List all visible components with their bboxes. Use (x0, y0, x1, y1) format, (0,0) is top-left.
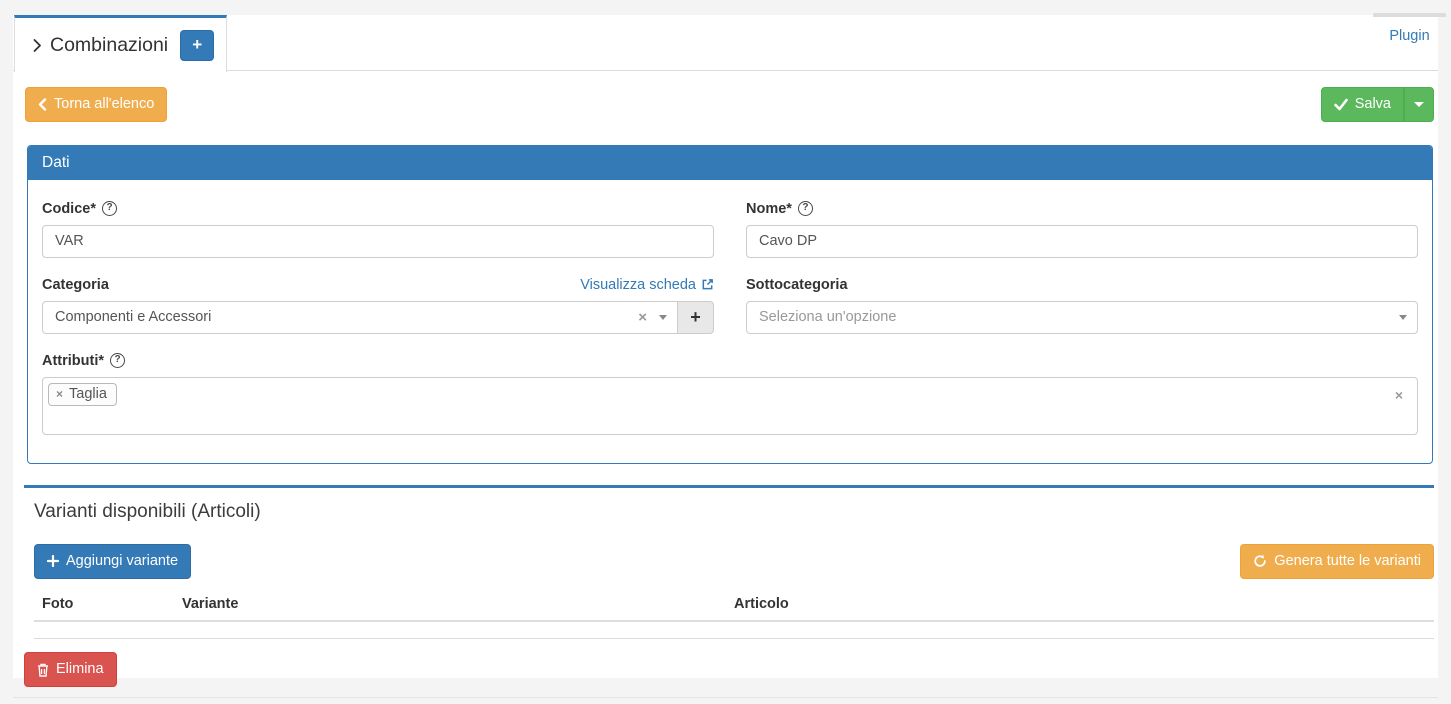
chevron-right-icon (32, 38, 42, 53)
back-to-list-label: Torna all'elenco (54, 95, 154, 114)
attributi-tag-label: Taglia (69, 386, 107, 402)
nome-field-group: Nome* ? (746, 200, 1418, 258)
attributi-multiselect[interactable]: × Taglia × (42, 377, 1418, 435)
generate-all-variants-button[interactable]: Genera tutte le varianti (1240, 544, 1434, 579)
save-dropdown-toggle[interactable] (1404, 87, 1434, 122)
delete-row: Elimina (24, 652, 1438, 687)
attributi-label: Attributi* ? (42, 353, 125, 369)
varianti-title: Varianti disponibili (Articoli) (34, 501, 1434, 523)
sottocategoria-select[interactable]: Seleziona un'opzione (746, 301, 1418, 334)
attributi-field-group: Attributi* ? × Taglia × (42, 352, 1418, 435)
save-label: Salva (1355, 95, 1391, 114)
categoria-field-group: Categoria Visualizza scheda C (42, 276, 714, 334)
refresh-icon (1253, 554, 1267, 568)
codice-input[interactable] (42, 225, 714, 258)
help-icon[interactable]: ? (110, 353, 125, 368)
check-icon (1334, 98, 1348, 111)
dati-panel: Dati Codice* ? (27, 145, 1433, 464)
external-link-icon (701, 278, 714, 291)
tab-plugin[interactable]: Plugin (1373, 13, 1446, 44)
add-combination-button[interactable]: + (180, 30, 214, 61)
tab-combinazioni[interactable]: Combinazioni + (14, 15, 227, 72)
footer-divider (13, 697, 1438, 698)
toolbar: Torna all'elenco Salva (13, 71, 1438, 122)
delete-button[interactable]: Elimina (24, 652, 117, 687)
clear-all-icon[interactable]: × (1395, 387, 1403, 403)
help-icon[interactable]: ? (102, 201, 117, 216)
column-header-foto: Foto (34, 588, 174, 621)
categoria-selected-value: Componenti e Accessori (55, 309, 638, 325)
empty-table-row (34, 621, 1434, 639)
trash-icon (37, 663, 49, 677)
visualizza-scheda-link[interactable]: Visualizza scheda (580, 277, 714, 293)
codice-field-group: Codice* ? (42, 200, 714, 258)
generate-all-variants-label: Genera tutte le varianti (1274, 552, 1421, 571)
categoria-label: Categoria (42, 277, 109, 293)
delete-label: Elimina (56, 660, 104, 679)
caret-down-icon (1399, 315, 1407, 320)
caret-down-icon (1414, 102, 1424, 107)
column-header-articolo: Articolo (726, 588, 1434, 621)
add-variant-label: Aggiungi variante (66, 552, 178, 571)
chevron-left-icon (38, 98, 47, 111)
nome-label: Nome* ? (746, 201, 813, 217)
column-header-variante: Variante (174, 588, 726, 621)
save-button-group: Salva (1321, 87, 1434, 122)
nome-input[interactable] (746, 225, 1418, 258)
tab-plugin-indicator (1373, 13, 1446, 17)
dati-panel-body: Codice* ? Nome* ? (28, 180, 1432, 463)
variants-table: Foto Variante Articolo (34, 588, 1434, 640)
help-icon[interactable]: ? (798, 201, 813, 216)
add-variant-button[interactable]: Aggiungi variante (34, 544, 191, 579)
caret-down-icon (659, 315, 667, 320)
add-categoria-button[interactable]: + (678, 301, 714, 334)
remove-tag-icon[interactable]: × (56, 387, 63, 401)
plus-icon (47, 555, 59, 567)
back-to-list-button[interactable]: Torna all'elenco (25, 87, 167, 122)
categoria-select-group: Componenti e Accessori × + (42, 301, 714, 334)
save-button[interactable]: Salva (1321, 87, 1404, 122)
sottocategoria-field-group: Sottocategoria Seleziona un'opzione (746, 276, 1418, 334)
sottocategoria-placeholder: Seleziona un'opzione (759, 309, 1399, 325)
categoria-select[interactable]: Componenti e Accessori × (42, 301, 678, 334)
variants-table-header-row: Foto Variante Articolo (34, 588, 1434, 621)
varianti-section: Varianti disponibili (Articoli) Aggiungi… (24, 485, 1434, 639)
tab-bar: Combinazioni + (13, 15, 1438, 71)
sottocategoria-label: Sottocategoria (746, 277, 848, 293)
main-content: Combinazioni + Torna all'elenco Salva (13, 15, 1438, 678)
codice-label: Codice* ? (42, 201, 117, 217)
dati-panel-header: Dati (28, 146, 1432, 180)
attributi-tag-taglia: × Taglia (48, 383, 117, 406)
tab-combinazioni-label: Combinazioni (50, 34, 168, 57)
varianti-toolbar: Aggiungi variante Genera tutte le varian… (34, 544, 1434, 579)
tab-plugin-label[interactable]: Plugin (1389, 28, 1429, 44)
clear-selection-icon[interactable]: × (638, 309, 647, 326)
